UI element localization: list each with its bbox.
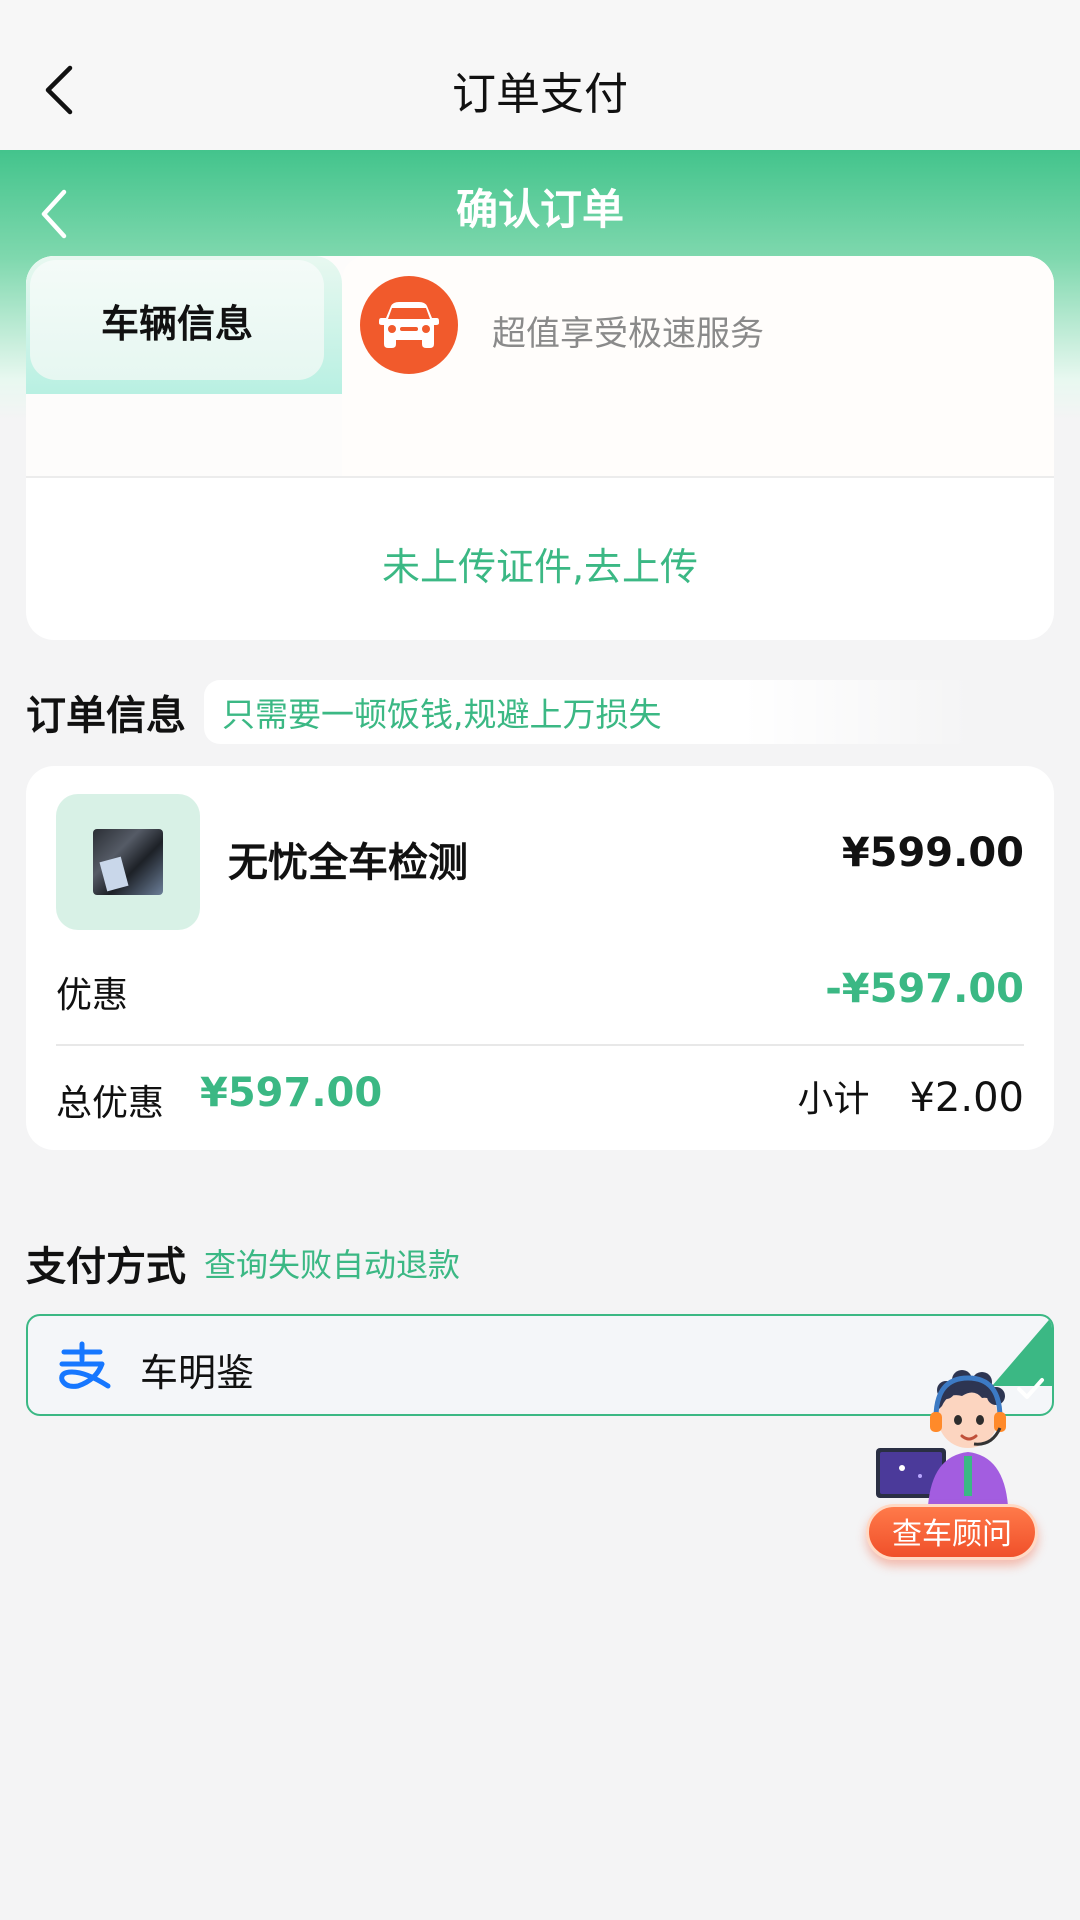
car-advisor-button[interactable]: 查车顾问 bbox=[866, 1504, 1038, 1560]
car-icon bbox=[360, 276, 458, 374]
subtotal: 小计 ¥2.00 bbox=[797, 1070, 1024, 1122]
payment-title: 支付方式 bbox=[26, 1244, 186, 1290]
order-card: 无忧全车检测 ¥599.00 优惠 -¥597.00 总优惠 ¥597.00 小… bbox=[26, 766, 1054, 1150]
vehicle-info-card: 车辆信息 超值享受极速服务 未上传证件,去上传 bbox=[26, 256, 1054, 640]
car-advisor-float[interactable]: 查车顾问 bbox=[862, 1356, 1042, 1570]
payment-tip: 查询失败自动退款 bbox=[204, 1246, 461, 1284]
product-price: ¥599.00 bbox=[841, 830, 1024, 876]
upload-document-link[interactable]: 未上传证件,去上传 bbox=[26, 536, 1054, 591]
tab-vehicle-info-wrap: 车辆信息 bbox=[26, 256, 342, 394]
subtotal-value: ¥2.00 bbox=[909, 1075, 1024, 1121]
tab-express-service[interactable]: 超值享受极速服务 bbox=[342, 256, 1054, 476]
payment-heading: 支付方式 查询失败自动退款 bbox=[26, 1234, 460, 1292]
product-image bbox=[93, 829, 163, 895]
order-info-heading: 订单信息 只需要一顿饭钱,规避上万损失 bbox=[26, 680, 974, 744]
tab-vehicle-info[interactable]: 车辆信息 bbox=[30, 260, 324, 380]
order-info-title: 订单信息 bbox=[26, 693, 186, 739]
advisor-avatar-icon bbox=[876, 1370, 1008, 1506]
discount-label: 优惠 bbox=[56, 975, 129, 1016]
product-name: 无忧全车检测 bbox=[228, 840, 468, 886]
total-discount-value: ¥597.00 bbox=[200, 1070, 383, 1116]
order-info-tip: 只需要一顿饭钱,规避上万损失 bbox=[204, 680, 974, 744]
alipay-icon bbox=[59, 1341, 111, 1389]
subtotal-label: 小计 bbox=[797, 1079, 870, 1120]
top-nav-bar: 订单支付 bbox=[0, 0, 1080, 150]
confirm-order-title: 确认订单 bbox=[455, 185, 624, 234]
divider bbox=[56, 1044, 1024, 1046]
product-thumbnail bbox=[56, 794, 200, 930]
discount-value: -¥597.00 bbox=[825, 966, 1024, 1012]
divider bbox=[26, 476, 1054, 478]
page-title: 订单支付 bbox=[452, 69, 628, 120]
promo-text: 超值享受极速服务 bbox=[492, 314, 764, 354]
total-discount-label: 总优惠 bbox=[56, 1083, 165, 1124]
payment-method-name: 车明鉴 bbox=[140, 1351, 255, 1395]
